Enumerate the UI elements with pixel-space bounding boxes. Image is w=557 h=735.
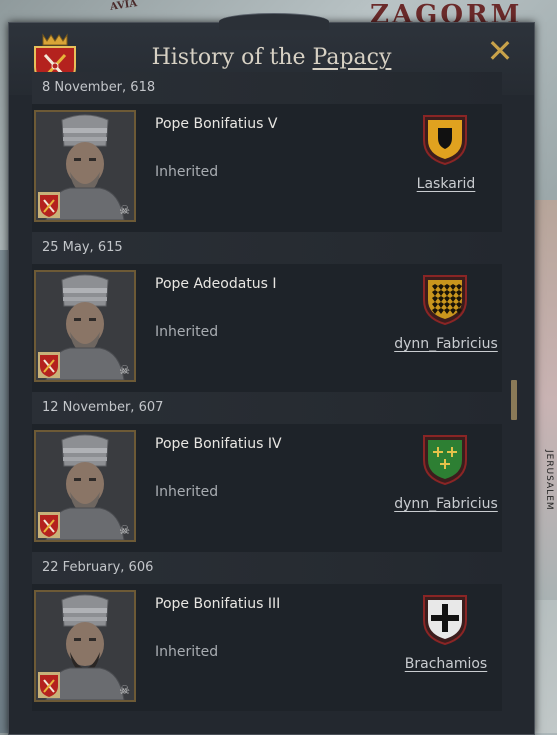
succession-status: Inherited	[155, 324, 219, 340]
papacy-mini-crest-icon	[38, 192, 60, 218]
entry-body: ☠ Pope Bonifatius IV Inherited dynn_Fabr…	[32, 424, 502, 552]
checky-gold-black-icon[interactable]	[418, 272, 472, 326]
succession-status: Inherited	[155, 644, 219, 660]
pope-portrait[interactable]: ☠	[34, 270, 136, 382]
scrollbar[interactable]	[511, 72, 519, 711]
entry-body: ☠ Pope Bonifatius III Inherited Brachami…	[32, 584, 502, 711]
house-link[interactable]: dynn_Fabricius	[372, 336, 502, 352]
skull-icon: ☠	[119, 683, 130, 697]
entry-date: 22 February, 606	[32, 552, 502, 584]
pope-name[interactable]: Pope Adeodatus I	[155, 276, 277, 292]
pope-entry: 25 May, 615 ☠ Pope Adeodatus I Inherited…	[32, 232, 502, 392]
window-title: History of the Papacy	[9, 45, 534, 70]
pope-entry: 12 November, 607 ☠ Pope Bonifatius IV In…	[32, 392, 502, 552]
skull-icon: ☠	[119, 523, 130, 537]
entry-date: 8 November, 618	[32, 72, 502, 104]
title-prefix: History of the	[151, 45, 306, 70]
pope-name[interactable]: Pope Bonifatius IV	[155, 436, 282, 452]
house-link[interactable]: dynn_Fabricius	[372, 496, 502, 512]
papacy-link[interactable]: Papacy	[313, 45, 392, 70]
pope-portrait[interactable]: ☠	[34, 590, 136, 702]
map-label-avia: AVIA	[109, 0, 138, 13]
papacy-mini-crest-icon	[38, 672, 60, 698]
entry-date: 25 May, 615	[32, 232, 502, 264]
pope-portrait[interactable]: ☠	[34, 110, 136, 222]
pope-name[interactable]: Pope Bonifatius III	[155, 596, 280, 612]
scrollbar-thumb[interactable]	[511, 380, 517, 420]
entry-date: 12 November, 607	[32, 392, 502, 424]
window-top-ornament	[219, 13, 329, 30]
entry-body: ☠ Pope Bonifatius V Inherited Laskarid	[32, 104, 502, 232]
papacy-mini-crest-icon	[38, 512, 60, 538]
house-link[interactable]: Laskarid	[372, 176, 502, 192]
shield-black-on-gold-icon[interactable]	[418, 112, 472, 166]
skull-icon: ☠	[119, 363, 130, 377]
succession-status: Inherited	[155, 164, 219, 180]
house-link[interactable]: Brachamios	[372, 656, 502, 672]
skull-icon: ☠	[119, 203, 130, 217]
cross-black-on-white-icon[interactable]	[418, 592, 472, 646]
crosses-gold-on-green-icon[interactable]	[418, 432, 472, 486]
pope-entry: 8 November, 618 ☠ Pope Bonifatius V Inhe…	[32, 72, 502, 232]
pope-portrait[interactable]: ☠	[34, 430, 136, 542]
pope-entry: 22 February, 606 ☠ Pope Bonifatius III I…	[32, 552, 502, 711]
papacy-mini-crest-icon	[38, 352, 60, 378]
papacy-history-list[interactable]: 8 November, 618 ☠ Pope Bonifatius V Inhe…	[32, 72, 502, 711]
succession-status: Inherited	[155, 484, 219, 500]
close-button[interactable]: ✕	[485, 35, 515, 67]
entry-body: ☠ Pope Adeodatus I Inherited dynn_Fabric…	[32, 264, 502, 392]
map-label-jerusalem: JERUSALEM	[544, 450, 554, 511]
pope-name[interactable]: Pope Bonifatius V	[155, 116, 277, 132]
